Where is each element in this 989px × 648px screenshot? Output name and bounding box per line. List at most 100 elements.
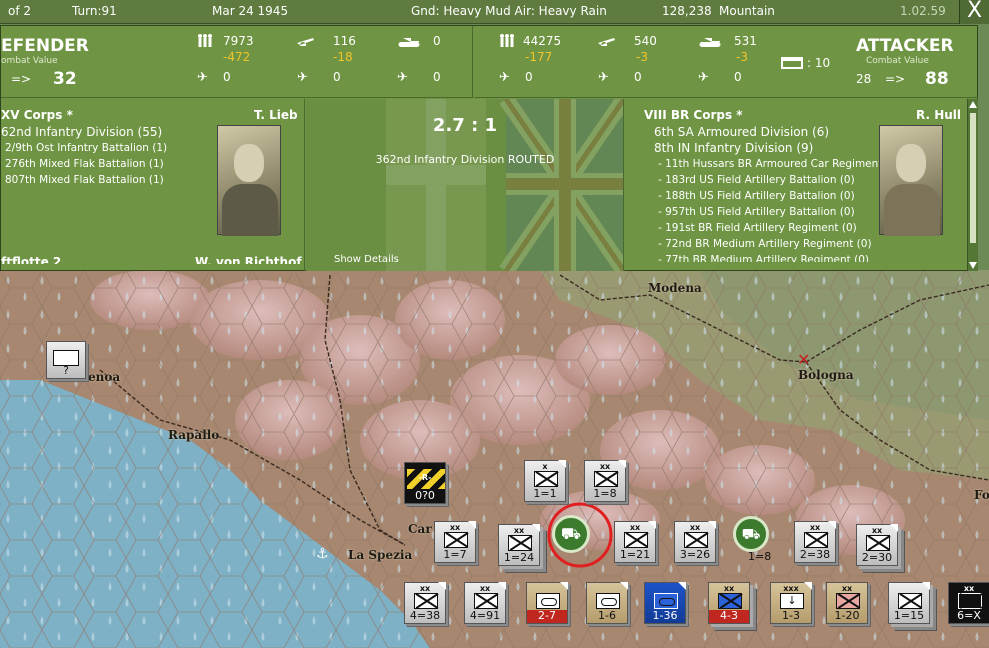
combat-odds: 2.7 : 1 [432, 115, 498, 136]
weather-label: Gnd: Heavy Mud Air: Heavy Rain [411, 4, 607, 18]
attacker-unit-line: 6th SA Armoured Division (6) [654, 125, 830, 139]
unit-counter[interactable]: 2-7 [526, 582, 568, 624]
bomber-icon: ✈ [297, 70, 308, 85]
defender-air-group: ftflotte 2 [1, 255, 62, 264]
artillery-icon [297, 36, 317, 46]
bologna-marker-icon: ✕ [797, 350, 811, 369]
unit-counter[interactable]: xx 4=38 [404, 582, 446, 624]
fighter-icon: ✈ [197, 70, 208, 85]
scroll-up-icon[interactable] [969, 101, 977, 108]
attacker-units-panel: VIII BR Corps * R. Hull 6th SA Armoured … [625, 99, 978, 271]
unit-stack-counter[interactable]: xx 4-3 [708, 582, 750, 624]
turn-label: Turn:91 [72, 4, 117, 18]
unit-counter[interactable]: xxx ↓ 1-3 [770, 582, 812, 624]
attacker-arrow: => [885, 72, 906, 86]
attacker-guns: 540 [634, 34, 657, 48]
armor-unit-icon[interactable]: ⛟ [733, 516, 769, 552]
defender-unit-line: 276th Mixed Flak Battalion (1) [5, 158, 164, 170]
unit-counter[interactable]: xx 1=21 [614, 521, 656, 563]
attacker-leader: R. Hull [916, 108, 962, 122]
unit-stack-counter[interactable]: xx 2=30 [856, 524, 898, 566]
genoa-naval-counter[interactable]: ? [46, 341, 86, 379]
attacker-subunit-line: - 77th BR Medium Artillery Regiment (0) [658, 254, 869, 262]
attacker-subunit-line: - 11th Hussars BR Armoured Car Regiment … [658, 158, 901, 170]
defender-air-bombers: 0 [333, 70, 341, 84]
combat-results-panel: EFENDER ombat Value => 32 7973 -472 116 … [0, 25, 978, 271]
selected-armor-unit-icon[interactable]: ⛟ [552, 515, 590, 553]
combat-result-text: 362nd Infantry Division ROUTED [375, 153, 555, 166]
attacker-subunit-line: - 191st BR Field Artillery Regiment (0) [658, 222, 857, 234]
unit-counter[interactable]: 1-36 [644, 582, 686, 624]
terrain-label: Mountain [719, 4, 775, 18]
combat-result-panel: 2.7 : 1 362nd Infantry Division ROUTED S… [306, 99, 624, 271]
attacker-subunit-line: - 183rd US Field Artillery Battalion (0) [658, 174, 855, 186]
tank-icon [397, 36, 421, 48]
defender-leader: T. Lieb [254, 108, 298, 122]
page-indicator: of 2 [8, 4, 32, 18]
defender-units-panel: XV Corps * T. Lieb 62nd Infantry Divisio… [1, 99, 305, 271]
city-label-la-spezia: La Spezia [348, 548, 413, 562]
defender-men-loss: -472 [223, 50, 251, 64]
city-label-genoa: enoa [88, 370, 121, 384]
attacker-title: ATTACKER [856, 36, 954, 56]
attacker-afv-loss: -3 [736, 50, 748, 64]
fighter-icon: ✈ [499, 70, 510, 85]
infantry-icon [499, 34, 515, 48]
unit-counter[interactable]: xx 3=26 [674, 521, 716, 563]
show-details-link[interactable]: Show Details [334, 254, 399, 265]
hex-coordinates: 128,238 [662, 4, 712, 18]
city-label-forli: Fo [974, 488, 989, 502]
unit-stack-counter[interactable]: 1=15 [888, 582, 930, 624]
attacker-subunit-line: - 188th US Field Artillery Battalion (0) [658, 190, 855, 202]
unit-counter[interactable]: xx 1=8 [584, 460, 626, 502]
defender-air-leader: W. von Richthof [195, 255, 302, 264]
defender-title: EFENDER [1, 36, 89, 56]
defender-afv: 0 [433, 34, 441, 48]
attacker-leader-portrait [879, 125, 943, 236]
defender-combat-value: 32 [53, 69, 77, 89]
unit-counter[interactable]: xx 4=91 [464, 582, 506, 624]
attacker-cv-base: 28 [856, 72, 872, 86]
transport-plane-icon: ✈ [397, 70, 408, 85]
unit-counter[interactable]: -R- 0?0 [404, 462, 446, 504]
defender-unit-line: 807th Mixed Flak Battalion (1) [5, 174, 164, 186]
attacker-corps: VIII BR Corps * [644, 108, 743, 122]
city-label-modena: Modena [648, 281, 702, 295]
attacker-air-fighters: 0 [525, 70, 533, 84]
defender-unit-line: 2/9th Ost Infantry Battalion (1) [5, 142, 168, 154]
attacker-air-transports: 0 [734, 70, 742, 84]
anchor-icon: ⚓ [316, 546, 329, 562]
unit-counter[interactable]: xx 6=X [948, 582, 989, 624]
scroll-down-icon[interactable] [969, 262, 977, 269]
unit-counter[interactable]: 1-6 [586, 582, 628, 624]
defender-air-transports: 0 [433, 70, 441, 84]
unit-strength-label: 1=8 [748, 550, 772, 563]
attacker-subunit-line: - 72nd BR Medium Artillery Regiment (0) [658, 238, 872, 250]
status-bar: of 2 Turn:91 Mar 24 1945 Gnd: Heavy Mud … [0, 0, 989, 24]
fortification-icon [781, 57, 803, 69]
unit-counter[interactable]: x 1=1 [524, 460, 566, 502]
attacker-men: 44275 [523, 34, 562, 48]
city-label-carrara: Car [408, 522, 432, 536]
unit-counter[interactable]: xx 2=38 [794, 521, 836, 563]
defender-leader-portrait [217, 125, 281, 236]
unit-stack-counter[interactable]: xx 1=24 [498, 524, 540, 566]
defender-cv-label: ombat Value [1, 56, 58, 66]
attacker-subunit-line: - 957th US Field Artillery Battalion (0) [658, 206, 855, 218]
defender-arrow: => [11, 72, 32, 86]
attacker-guns-loss: -3 [636, 50, 648, 64]
infantry-icon [197, 34, 213, 48]
defender-guns: 116 [333, 34, 356, 48]
city-label-bologna: Bologna [798, 368, 854, 382]
unit-counter[interactable]: xx 1=7 [434, 521, 476, 563]
defender-header: EFENDER ombat Value => 32 7973 -472 116 … [1, 26, 473, 98]
attacker-unit-line: 8th IN Infantry Division (9) [654, 141, 814, 155]
artillery-icon [598, 36, 618, 46]
date-label: Mar 24 1945 [212, 4, 289, 18]
attacker-list-scrollbar[interactable] [967, 99, 978, 271]
defender-men: 7973 [223, 34, 254, 48]
attacker-afv: 531 [734, 34, 757, 48]
unit-counter[interactable]: xx 1-20 [826, 582, 868, 624]
scroll-thumb[interactable] [970, 113, 976, 243]
close-button[interactable]: X [959, 0, 989, 24]
